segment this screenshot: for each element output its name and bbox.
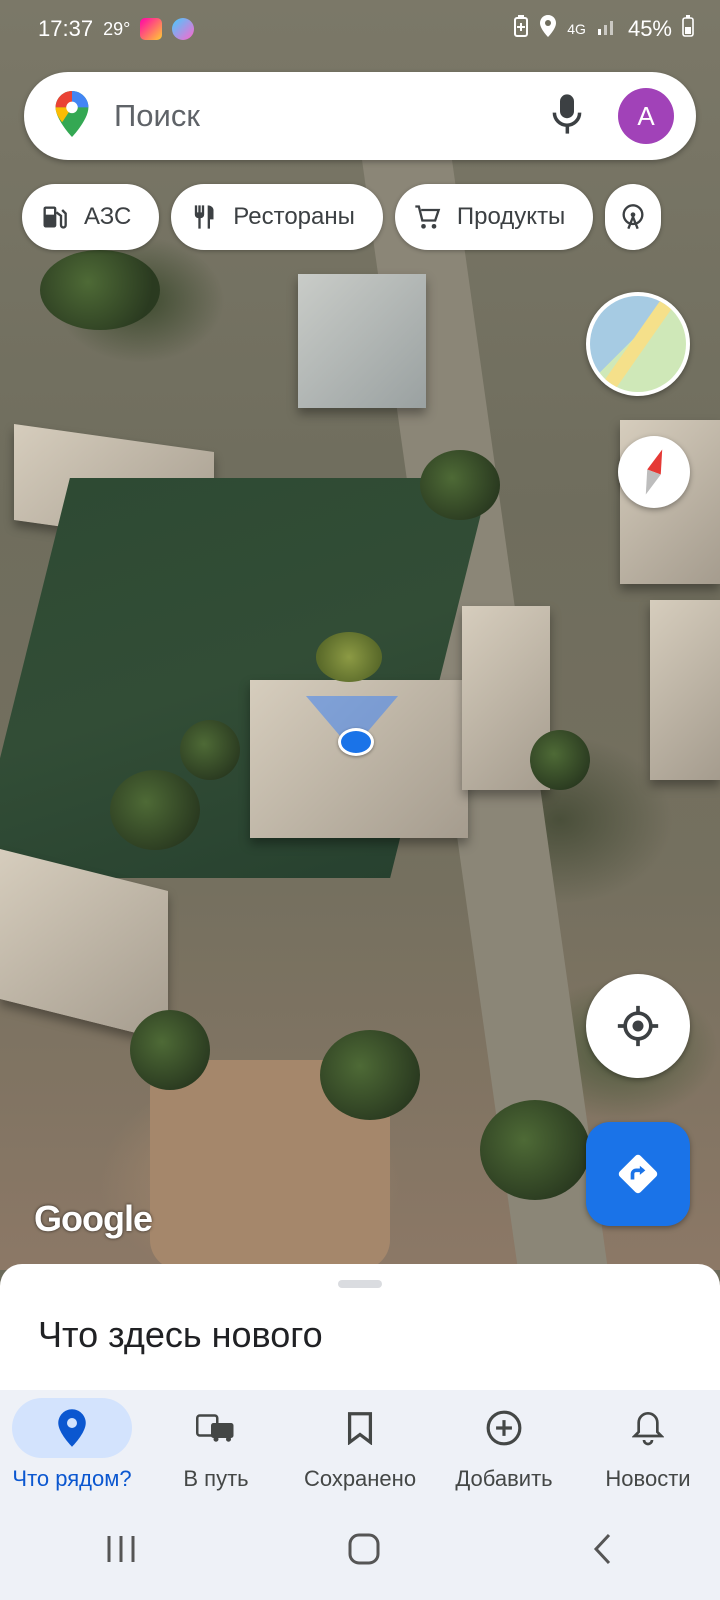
clock: 17:37 — [38, 16, 94, 41]
nav-saved[interactable]: Сохранено — [288, 1390, 432, 1502]
chip-label: АЗС — [84, 203, 132, 230]
nav-label: Новости — [605, 1466, 691, 1491]
battery-icon — [682, 15, 694, 43]
nav-updates[interactable]: Новости — [576, 1390, 720, 1502]
system-navigation-bar — [0, 1502, 720, 1600]
map-layers-button[interactable] — [586, 292, 690, 396]
google-maps-logo-icon — [52, 90, 92, 142]
location-status-icon — [539, 15, 557, 43]
nav-label: Сохранено — [303, 1466, 417, 1491]
chip-restaurants[interactable]: Рестораны — [171, 184, 383, 250]
google-attribution: Google — [34, 1198, 153, 1239]
nav-contribute[interactable]: Добавить — [432, 1390, 576, 1502]
bottom-navigation: Что рядом? В путь Сохранено Добавить Нов… — [0, 1390, 720, 1502]
building — [650, 600, 720, 780]
sheet-drag-handle[interactable] — [338, 1280, 382, 1288]
nav-label: В путь — [183, 1466, 249, 1491]
chip-gas-station[interactable]: АЗС — [22, 184, 160, 250]
status-bar: 17:37 29° 4G 45% — [0, 0, 720, 58]
recent-apps-icon — [107, 1535, 135, 1562]
compass-button[interactable] — [618, 436, 690, 508]
restaurant-icon — [195, 205, 214, 229]
compass-icon — [645, 449, 663, 495]
battery-level: 45% — [627, 16, 672, 41]
sheet-title: Что здесь нового — [38, 1314, 323, 1355]
crosshair-icon — [617, 1005, 659, 1047]
location-pin-icon — [58, 1409, 86, 1447]
bottom-sheet[interactable]: Что здесь нового — [0, 1264, 720, 1390]
chip-label: Рестораны — [233, 203, 355, 230]
signal-icon — [596, 15, 618, 43]
my-location-dot — [338, 728, 374, 756]
my-location-button[interactable] — [586, 974, 690, 1078]
search-bar[interactable]: Поиск A — [24, 72, 696, 160]
commute-icon — [196, 1414, 234, 1442]
add-circle-icon — [486, 1410, 522, 1446]
microphone-icon[interactable] — [550, 93, 618, 140]
battery-saver-icon — [513, 15, 529, 43]
chip-label: Продукты — [456, 203, 566, 230]
network-type: 4G — [567, 21, 586, 37]
temperature: 29° — [103, 18, 131, 39]
layers-thumbnail-icon — [590, 296, 686, 392]
category-chips: АЗС Рестораны Продукты — [22, 184, 662, 250]
home-icon — [348, 1533, 380, 1564]
shopping-cart-icon — [415, 205, 441, 229]
chip-attractions[interactable] — [605, 184, 662, 250]
nav-explore[interactable]: Что рядом? — [0, 1390, 144, 1502]
gas-station-icon — [43, 206, 67, 229]
nav-go[interactable]: В путь — [144, 1390, 288, 1502]
nav-label: Добавить — [455, 1466, 553, 1491]
search-input[interactable]: Поиск — [114, 98, 550, 134]
back-button[interactable] — [591, 1532, 615, 1571]
directions-button[interactable] — [586, 1122, 690, 1226]
notification-app-icon — [172, 18, 195, 40]
chip-groceries[interactable]: Продукты — [394, 184, 594, 250]
nav-label: Что рядом? — [12, 1466, 132, 1491]
recent-apps-button[interactable] — [105, 1534, 137, 1569]
attraction-icon — [622, 204, 644, 230]
bookmark-icon — [347, 1412, 373, 1445]
back-icon — [593, 1533, 611, 1564]
bell-icon — [632, 1411, 664, 1446]
home-button[interactable] — [347, 1532, 381, 1571]
building — [298, 274, 426, 408]
notification-app-icon — [140, 18, 163, 40]
account-avatar[interactable]: A — [618, 88, 674, 144]
directions-icon — [618, 1154, 658, 1194]
